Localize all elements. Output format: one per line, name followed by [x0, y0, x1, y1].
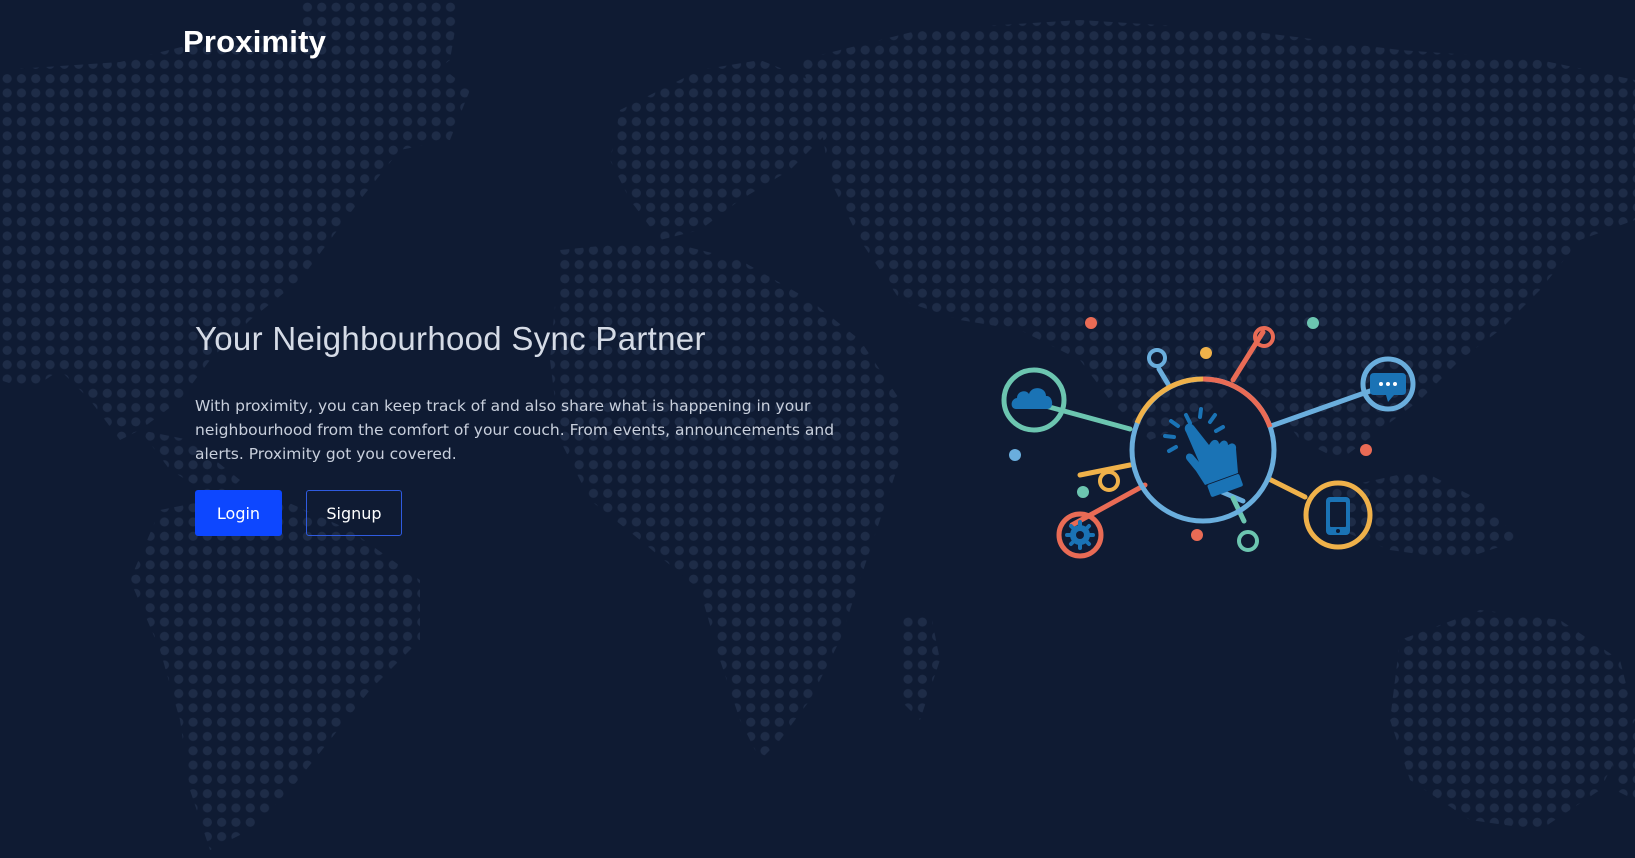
- chat-icon: [1360, 356, 1416, 412]
- pointer-hand-icon: [1163, 407, 1243, 497]
- hero-headline: Your Neighbourhood Sync Partner: [195, 320, 706, 357]
- signup-button[interactable]: Signup: [306, 490, 402, 536]
- brand-logo[interactable]: Proximity: [183, 24, 326, 60]
- login-button[interactable]: Login: [195, 490, 282, 536]
- network-illustration: [1001, 317, 1416, 559]
- hero-description: With proximity, you can keep track of an…: [195, 397, 835, 463]
- cloud-icon: [1001, 367, 1067, 433]
- gear-icon: [1056, 511, 1104, 559]
- phone-icon: [1303, 480, 1373, 550]
